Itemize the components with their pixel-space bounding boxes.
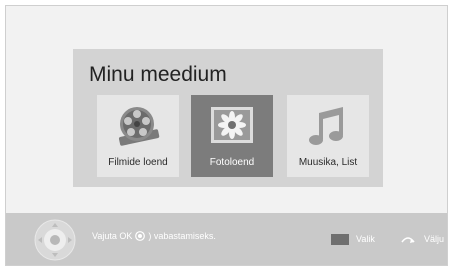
ok-button-icon	[135, 231, 146, 241]
select-key-icon	[331, 234, 349, 245]
tile-label: Filmide loend	[108, 157, 168, 168]
music-note-icon	[305, 103, 351, 149]
exit-label: Välju	[424, 234, 445, 244]
tile-label: Fotoloend	[209, 157, 255, 168]
tile-movie-list[interactable]: Filmide loend	[97, 95, 179, 177]
film-reel-icon	[115, 103, 161, 149]
tile-music-list[interactable]: Muusika, List	[287, 95, 369, 177]
bottom-help-bar: Vajuta OK ) vabastamiseks. Valik Välju	[6, 213, 447, 265]
tile-photo-list[interactable]: Fotoloend	[191, 95, 273, 177]
my-media-panel: Minu meedium Filmide loend Fotoloend Muu…	[73, 49, 383, 187]
exit-icon	[400, 234, 416, 245]
tv-screen: Minu meedium Filmide loend Fotoloend Muu…	[5, 5, 448, 266]
hint-suffix: ) vabastamiseks.	[148, 231, 216, 241]
hint-text: Vajuta OK ) vabastamiseks.	[92, 231, 216, 241]
panel-title: Minu meedium	[89, 63, 227, 86]
select-label: Valik	[356, 234, 375, 244]
photo-icon	[209, 103, 255, 149]
dpad-icon	[34, 219, 76, 261]
hint-prefix: Vajuta OK	[92, 231, 133, 241]
tile-label: Muusika, List	[298, 157, 358, 168]
